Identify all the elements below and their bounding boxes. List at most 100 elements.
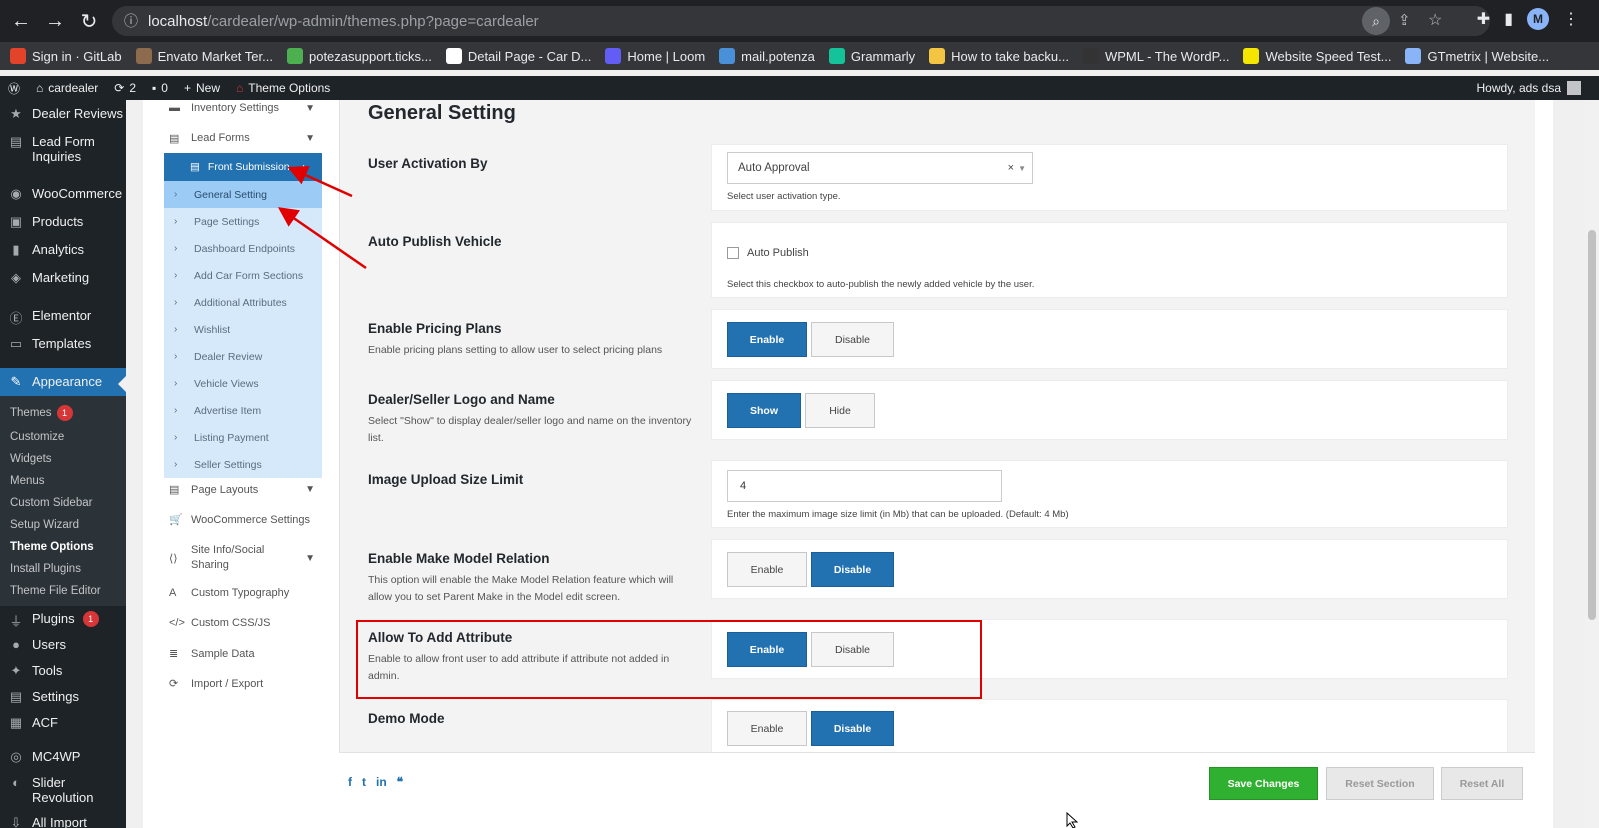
options-subnav-item[interactable]: › Advertise Item: [164, 397, 322, 424]
checkbox-box[interactable]: [727, 247, 739, 259]
wp-submenu-label: Menus: [10, 475, 45, 487]
profile-avatar[interactable]: M: [1527, 8, 1549, 30]
woo-icon: ◉: [10, 186, 22, 201]
my-account[interactable]: Howdy, ads dsa: [1477, 76, 1581, 100]
options-nav-inventory-settings[interactable]: ▬ Inventory Settings ▼: [143, 100, 339, 116]
options-subnav-item[interactable]: › Seller Settings: [164, 451, 322, 478]
wp-submenu-item[interactable]: Theme File Editor: [0, 580, 126, 602]
options-nav-item[interactable]: ⟨⟩ Site Info/Social Sharing ▼: [143, 543, 339, 573]
options-nav-item[interactable]: </> Custom CSS/JS: [143, 617, 339, 629]
bookmark-item[interactable]: Website Speed Test...: [1243, 48, 1391, 64]
options-nav-label: WooCommerce Settings: [191, 513, 311, 526]
wp-menu-item[interactable]: ★ Dealer Reviews: [0, 100, 126, 128]
wp-menu-item[interactable]: ✦ Tools: [0, 658, 126, 684]
wp-submenu-item[interactable]: Menus: [0, 470, 126, 492]
demo-enable-button[interactable]: Enable: [727, 711, 807, 746]
wp-submenu-item[interactable]: Widgets: [0, 448, 126, 470]
site-name-link[interactable]: ⌂ cardealer: [28, 76, 106, 100]
wp-menu-item[interactable]: ● Users: [0, 632, 126, 658]
menu-dots-icon[interactable]: ⋮: [1563, 9, 1579, 29]
linkedin-icon[interactable]: in: [376, 775, 387, 789]
wp-menu-item[interactable]: ▦ ACF: [0, 710, 126, 736]
make-model-enable-button[interactable]: Enable: [727, 552, 807, 587]
theme-options-link[interactable]: ⌂ Theme Options: [228, 76, 338, 100]
avatar: [1567, 81, 1581, 95]
save-changes-button[interactable]: Save Changes: [1209, 767, 1318, 800]
bookmark-item[interactable]: Home | Loom: [605, 48, 705, 64]
back-icon[interactable]: ←: [4, 4, 38, 38]
demo-disable-button[interactable]: Disable: [811, 711, 894, 746]
bookmark-item[interactable]: GTmetrix | Website...: [1405, 48, 1549, 64]
options-nav-item[interactable]: A Custom Typography: [143, 587, 339, 599]
wp-submenu-item[interactable]: Theme Options: [0, 536, 126, 558]
options-nav-item[interactable]: 🛒 WooCommerce Settings: [143, 513, 339, 527]
user-activation-select[interactable]: Auto Approval × ▼: [727, 152, 1033, 184]
twitter-icon[interactable]: t: [362, 775, 366, 789]
updates-link[interactable]: ⟳ 2: [106, 76, 144, 100]
wp-submenu-item[interactable]: Setup Wizard: [0, 514, 126, 536]
options-subnav-item[interactable]: › Additional Attributes: [164, 289, 322, 316]
bookmark-item[interactable]: Grammarly: [828, 48, 915, 64]
wp-submenu-item[interactable]: Custom Sidebar: [0, 492, 126, 514]
comments-link[interactable]: ▪ 0: [144, 76, 176, 100]
bookmark-star-icon[interactable]: ☆: [1428, 10, 1442, 30]
site-info-icon[interactable]: ⓘ: [124, 11, 138, 31]
bookmark-item[interactable]: Sign in · GitLab: [10, 48, 122, 64]
scrollbar-thumb[interactable]: [1588, 230, 1596, 620]
wp-menu-item[interactable]: ▣ Products: [0, 208, 126, 236]
options-subnav-item[interactable]: › Wishlist: [164, 316, 322, 343]
options-nav-item[interactable]: ▤ Page Layouts ▼: [143, 483, 339, 497]
zoom-icon[interactable]: ⌕: [1362, 7, 1390, 35]
share-icon[interactable]: ⇪: [1398, 11, 1411, 29]
wp-menu-item[interactable]: ◐ Slider Revolution: [0, 770, 126, 810]
auto-publish-checkbox[interactable]: Auto Publish: [727, 247, 809, 259]
address-bar[interactable]: ⓘ localhost/cardealer/wp-admin/themes.ph…: [112, 6, 1490, 36]
dealer-logo-show-button[interactable]: Show: [727, 393, 801, 428]
reload-icon[interactable]: ↻: [72, 4, 106, 38]
quote-icon[interactable]: ❝: [397, 775, 403, 789]
options-nav-item[interactable]: ≣ Sample Data: [143, 647, 339, 661]
image-limit-input[interactable]: 4: [727, 470, 1002, 502]
clear-icon[interactable]: ×: [1008, 162, 1014, 174]
wp-menu-item[interactable]: ▤ Lead Form Inquiries: [0, 128, 126, 170]
wp-menu-item[interactable]: ▮ Analytics: [0, 236, 126, 264]
options-nav-lead-forms[interactable]: ▤ Lead Forms ▼: [143, 130, 339, 146]
facebook-icon[interactable]: f: [348, 775, 352, 789]
wp-menu-item[interactable]: ⏚ Plugins 1: [0, 606, 126, 632]
make-model-disable-button[interactable]: Disable: [811, 552, 894, 587]
reset-all-button[interactable]: Reset All: [1441, 767, 1523, 800]
bookmark-item[interactable]: mail.potenza: [719, 48, 815, 64]
wp-menu-item-appearance[interactable]: ✎ Appearance: [0, 368, 126, 396]
pricing-disable-button[interactable]: Disable: [811, 322, 894, 357]
pricing-enable-button[interactable]: Enable: [727, 322, 807, 357]
bookmark-item[interactable]: potezasupport.ticks...: [286, 48, 432, 64]
options-nav-item[interactable]: ⟳ Import / Export: [143, 677, 339, 691]
options-subnav-item[interactable]: › Dealer Review: [164, 343, 322, 370]
wp-menu-item[interactable]: ◉ WooCommerce: [0, 180, 126, 208]
options-subnav-item[interactable]: › Vehicle Views: [164, 370, 322, 397]
wp-menu-item[interactable]: ⇩ All Import: [0, 810, 126, 828]
bookmark-item[interactable]: Detail Page - Car D...: [445, 48, 591, 64]
wp-menu-item[interactable]: ◎ MC4WP: [0, 744, 126, 770]
wordpress-logo-icon[interactable]: Ⓦ: [0, 76, 28, 100]
dealer-logo-hide-button[interactable]: Hide: [805, 393, 875, 428]
user-activation-label: User Activation By: [368, 156, 488, 171]
bookmark-item[interactable]: WPML - The WordP...: [1082, 48, 1229, 64]
bookmark-item[interactable]: How to take backu...: [929, 48, 1069, 64]
wp-menu-item[interactable]: ▤ Settings: [0, 684, 126, 710]
side-panel-icon[interactable]: ▮: [1504, 9, 1513, 29]
extensions-icon[interactable]: ✚: [1477, 9, 1490, 29]
page-scrollbar[interactable]: [1585, 100, 1599, 828]
chevron-right-icon: ›: [174, 243, 178, 254]
options-subnav-item[interactable]: › Listing Payment: [164, 424, 322, 451]
wp-submenu-item[interactable]: Install Plugins: [0, 558, 126, 580]
wp-submenu-item[interactable]: Customize: [0, 426, 126, 448]
wp-menu-item[interactable]: Ⓔ Elementor: [0, 302, 126, 330]
wp-menu-item[interactable]: ◈ Marketing: [0, 264, 126, 292]
new-content-link[interactable]: + New: [176, 76, 228, 100]
forward-icon[interactable]: →: [38, 4, 72, 38]
wp-menu-item[interactable]: ▭ Templates: [0, 330, 126, 358]
reset-section-button[interactable]: Reset Section: [1326, 767, 1434, 800]
bookmark-item[interactable]: Envato Market Ter...: [135, 48, 273, 64]
wp-submenu-item[interactable]: Themes 1: [0, 400, 126, 426]
